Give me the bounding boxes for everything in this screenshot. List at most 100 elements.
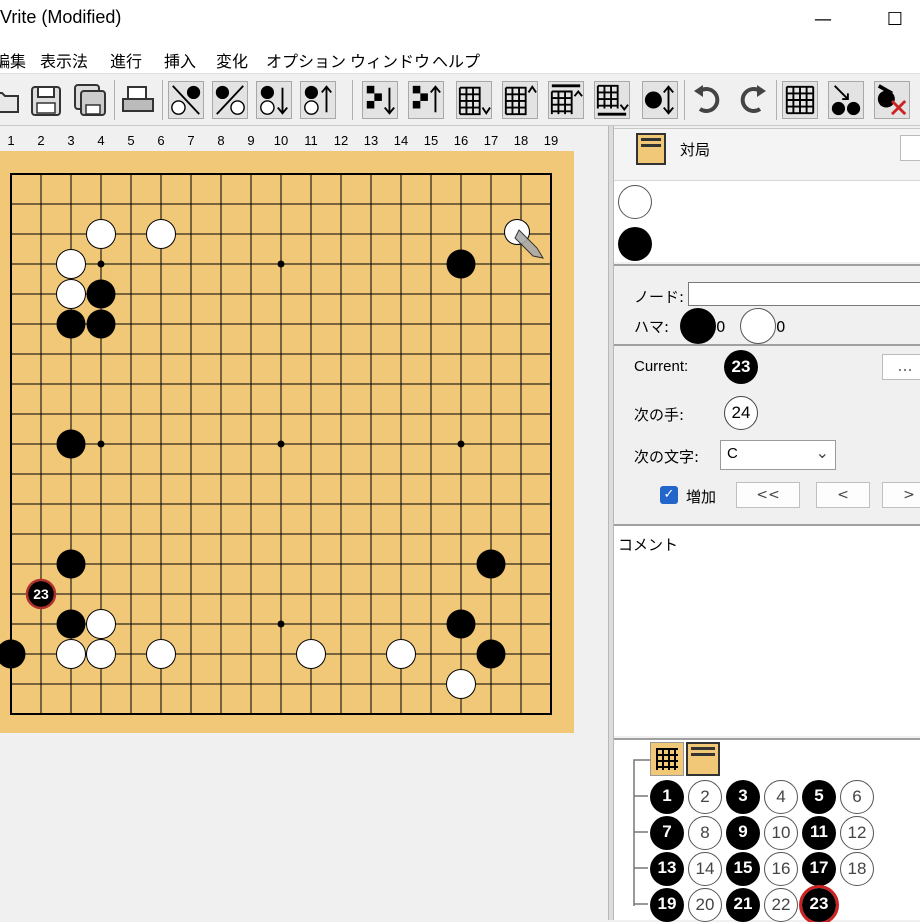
white-stone (146, 639, 176, 669)
tree-move-4[interactable]: 4 (764, 780, 798, 814)
tree-move-16[interactable]: 16 (764, 852, 798, 886)
tree-move-18[interactable]: 18 (840, 852, 874, 886)
black-stone (446, 249, 476, 279)
number-mode-icon[interactable] (168, 81, 204, 119)
column-label: 16 (453, 133, 469, 148)
go-board[interactable]: 23 (0, 151, 574, 733)
game-info-icon[interactable] (636, 133, 666, 165)
tree-move-6[interactable]: 6 (840, 780, 874, 814)
tree-move-3[interactable]: 3 (726, 780, 760, 814)
tree-move-12[interactable]: 12 (840, 816, 874, 850)
tree-move-23[interactable]: 23 (799, 885, 839, 922)
game-info-header: 対局 (614, 129, 920, 181)
tree-move-15[interactable]: 15 (726, 852, 760, 886)
game-info-node-icon[interactable] (686, 742, 720, 776)
tree-move-9[interactable]: 9 (726, 816, 760, 850)
tree-move-20[interactable]: 20 (688, 888, 722, 922)
redo-icon[interactable] (734, 81, 770, 119)
comment-panel: コメント (614, 524, 920, 736)
current-move-label: Current: (634, 358, 689, 375)
game-info-edit-button[interactable] (900, 135, 920, 161)
menu-variation[interactable]: 変化 (216, 48, 248, 72)
pattern-down-icon[interactable] (362, 81, 398, 119)
number-mode-alt-icon[interactable] (212, 81, 248, 119)
black-stone (56, 609, 86, 639)
column-label: 3 (67, 133, 75, 148)
maximize-button[interactable]: ☐ (880, 6, 910, 34)
node-panel: ノード: ハマ: 0 0 (614, 264, 920, 344)
menu-options[interactable]: オプション (266, 48, 346, 72)
column-label: 5 (127, 133, 135, 148)
undo-icon[interactable] (690, 81, 726, 119)
black-stone (446, 609, 476, 639)
black-stone (56, 549, 86, 579)
next-move-button[interactable]: > (882, 482, 920, 508)
black-stone (476, 549, 506, 579)
pattern-up-icon[interactable] (408, 81, 444, 119)
column-label: 15 (423, 133, 439, 148)
menu-edit[interactable]: 編集 (0, 48, 26, 72)
next-move-label: 次の手: (634, 406, 685, 424)
number-stones-icon[interactable] (828, 81, 864, 119)
column-label: 1 (7, 133, 15, 148)
menu-insert[interactable]: 挿入 (164, 48, 196, 72)
tree-move-21[interactable]: 21 (726, 888, 760, 922)
open-icon[interactable] (0, 81, 24, 119)
tree-move-13[interactable]: 13 (650, 852, 684, 886)
next-char-select[interactable]: C ⌄ (720, 440, 836, 470)
grid-down-icon[interactable] (456, 81, 492, 119)
black-stone (56, 309, 86, 339)
column-label: 9 (247, 133, 255, 148)
current-move-more-button[interactable]: ... (882, 354, 920, 380)
black-player-icon (618, 227, 652, 261)
print-icon[interactable] (120, 81, 156, 119)
node-name-field[interactable] (688, 282, 920, 306)
grid-top-icon[interactable] (548, 81, 584, 119)
column-label: 13 (363, 133, 379, 148)
save-icon[interactable] (28, 81, 64, 119)
column-label: 8 (217, 133, 225, 148)
tree-move-8[interactable]: 8 (688, 816, 722, 850)
grid-bottom-icon[interactable] (594, 81, 630, 119)
menu-help[interactable]: ヘルプ (432, 48, 480, 72)
tree-move-10[interactable]: 10 (764, 816, 798, 850)
white-stone (56, 639, 86, 669)
tree-move-19[interactable]: 19 (650, 888, 684, 922)
tree-move-1[interactable]: 1 (650, 780, 684, 814)
erase-stones-icon[interactable] (874, 81, 910, 119)
next-move-stone: 24 (724, 396, 758, 430)
star-point (277, 620, 285, 628)
number-up-icon[interactable] (300, 81, 336, 119)
menu-go[interactable]: 進行 (110, 48, 142, 72)
star-point (457, 440, 465, 448)
tree-move-22[interactable]: 22 (764, 888, 798, 922)
tree-move-7[interactable]: 7 (650, 816, 684, 850)
board-grid[interactable]: 23 (0, 151, 574, 733)
white-stone (386, 639, 416, 669)
grid-up-icon[interactable] (502, 81, 538, 119)
minimize-button[interactable]: — (808, 6, 838, 34)
column-label: 19 (543, 133, 559, 148)
first-move-button[interactable]: << (736, 482, 800, 508)
menu-view[interactable]: 表示法 (40, 48, 88, 72)
increment-checkbox[interactable]: ✓ (660, 486, 678, 504)
board-setup-node-icon[interactable] (650, 742, 684, 776)
tree-move-14[interactable]: 14 (688, 852, 722, 886)
white-stone (86, 609, 116, 639)
swap-order-icon[interactable] (642, 81, 678, 119)
black-stone (56, 429, 86, 459)
save-as-icon[interactable] (72, 81, 108, 119)
game-info-panel: 対局 (614, 128, 920, 262)
tree-move-11[interactable]: 11 (802, 816, 836, 850)
white-stone (296, 639, 326, 669)
number-down-icon[interactable] (256, 81, 292, 119)
prev-move-button[interactable]: < (816, 482, 870, 508)
board-grid-icon[interactable] (782, 81, 818, 119)
comment-textarea[interactable] (614, 554, 920, 734)
menu-window[interactable]: ウィンドウ (350, 48, 430, 72)
white-stone (86, 219, 116, 249)
tree-move-17[interactable]: 17 (802, 852, 836, 886)
tree-move-2[interactable]: 2 (688, 780, 722, 814)
tree-move-5[interactable]: 5 (802, 780, 836, 814)
white-player-icon (618, 185, 652, 219)
